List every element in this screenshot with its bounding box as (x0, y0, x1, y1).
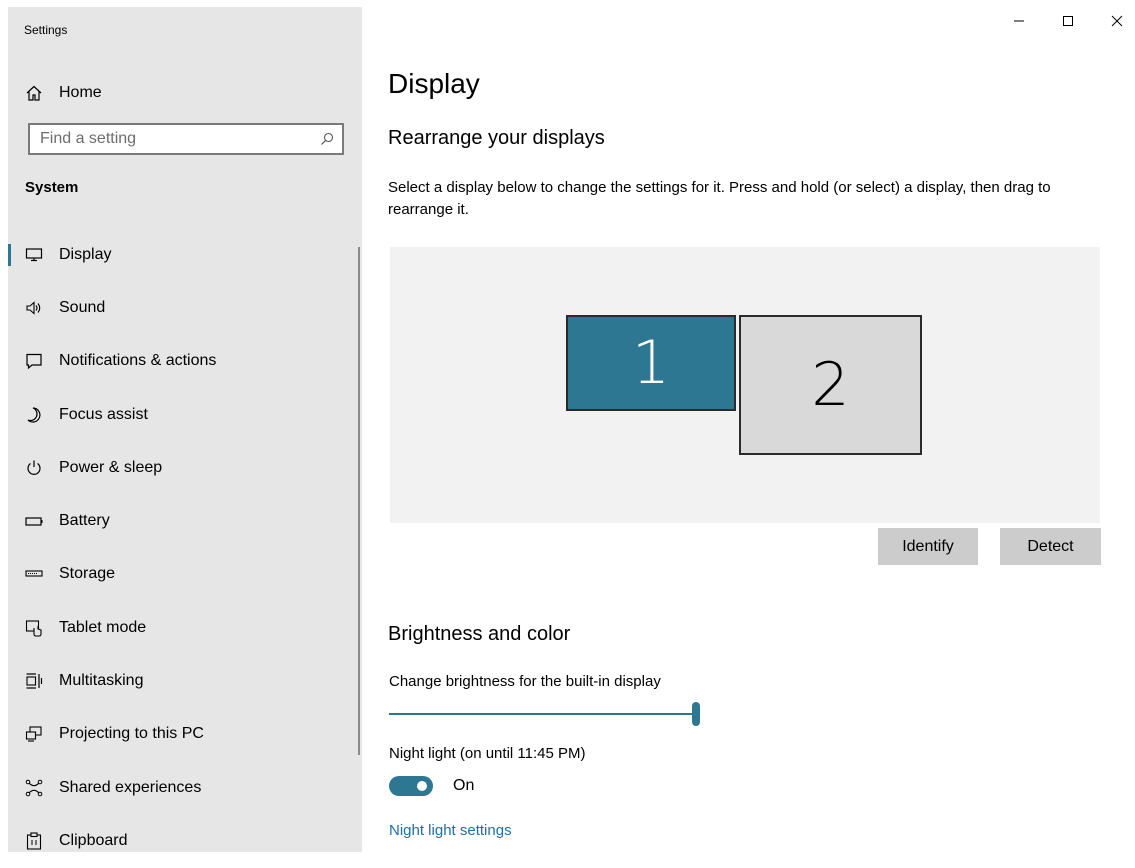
sidebar-item-label: Clipboard (59, 831, 128, 849)
sidebar-item-label: Shared experiences (59, 778, 202, 796)
sidebar: Settings Home Find a setting System Disp… (8, 7, 362, 852)
display-icon (25, 246, 43, 264)
page-title: Display (388, 68, 480, 99)
shared-experiences-icon (25, 779, 43, 797)
home-icon (24, 83, 44, 103)
storage-icon (25, 565, 43, 583)
power-icon (25, 459, 43, 477)
moon-icon (25, 406, 43, 424)
clipboard-icon (25, 832, 43, 850)
app-title: Settings (24, 23, 68, 37)
identify-button[interactable]: Identify (878, 528, 978, 565)
sidebar-item-battery[interactable]: Battery (8, 494, 362, 547)
night-light-settings-link[interactable]: Night light settings (389, 822, 512, 839)
sidebar-item-shared-experiences[interactable]: Shared experiences (8, 761, 362, 814)
sidebar-item-focus-assist[interactable]: Focus assist (8, 388, 362, 441)
search-placeholder: Find a setting (40, 130, 137, 147)
night-light-toggle[interactable] (389, 776, 433, 796)
battery-icon (25, 512, 43, 530)
sidebar-item-tablet-mode[interactable]: Tablet mode (8, 601, 362, 654)
multitasking-icon (25, 672, 43, 690)
sidebar-item-label: Projecting to this PC (59, 725, 204, 743)
search-input[interactable]: Find a setting (28, 123, 344, 155)
sidebar-item-label: Power & sleep (59, 458, 163, 476)
rearrange-description: Select a display below to change the set… (388, 179, 1051, 218)
sidebar-item-power-sleep[interactable]: Power & sleep (8, 441, 362, 494)
sidebar-item-clipboard[interactable]: Clipboard (8, 814, 362, 867)
home-nav[interactable]: Home (24, 75, 344, 111)
home-label: Home (59, 84, 102, 101)
sidebar-item-label: Multitasking (59, 672, 144, 690)
sidebar-item-label: Sound (59, 298, 106, 316)
slider-track (389, 713, 693, 715)
night-light-label: Night light (on until 11:45 PM) (389, 745, 586, 762)
main-content: Display Rearrange your displays Select a… (388, 0, 1128, 852)
brightness-slider-label: Change brightness for the built-in displ… (389, 673, 661, 690)
sidebar-item-label: Display (59, 245, 112, 263)
sidebar-scrollbar[interactable] (358, 247, 360, 755)
display-arrangement-area[interactable]: 1 2 (390, 247, 1100, 523)
brightness-heading: Brightness and color (388, 623, 571, 645)
sidebar-item-label: Tablet mode (59, 618, 147, 636)
sidebar-item-label: Storage (59, 565, 116, 583)
sidebar-item-sound[interactable]: Sound (8, 281, 362, 334)
night-light-toggle-row: On (389, 776, 474, 796)
detect-button[interactable]: Detect (1000, 528, 1101, 565)
monitor-1[interactable]: 1 (566, 315, 736, 411)
search-icon[interactable] (320, 132, 334, 146)
sidebar-item-multitasking[interactable]: Multitasking (8, 654, 362, 707)
sidebar-item-label: Notifications & actions (59, 352, 217, 370)
sidebar-nav: Display Sound Notifications & actions Fo… (8, 228, 362, 868)
sound-icon (25, 299, 43, 317)
slider-thumb[interactable] (692, 702, 700, 726)
section-label-system: System (25, 179, 79, 196)
notifications-icon (25, 352, 43, 370)
sidebar-item-projecting[interactable]: Projecting to this PC (8, 708, 362, 761)
rearrange-heading: Rearrange your displays (388, 127, 605, 149)
sidebar-item-label: Focus assist (59, 405, 148, 423)
sidebar-item-notifications[interactable]: Notifications & actions (8, 335, 362, 388)
projecting-icon (25, 725, 43, 743)
monitor-2[interactable]: 2 (739, 315, 922, 455)
toggle-knob (417, 781, 427, 791)
settings-window: Settings Home Find a setting System Disp… (0, 0, 1135, 852)
sidebar-item-storage[interactable]: Storage (8, 548, 362, 601)
brightness-slider[interactable] (389, 700, 701, 730)
sidebar-item-label: Battery (59, 512, 110, 530)
toggle-state-text: On (453, 777, 475, 794)
sidebar-item-display[interactable]: Display (8, 228, 362, 281)
tablet-mode-icon (25, 619, 43, 637)
